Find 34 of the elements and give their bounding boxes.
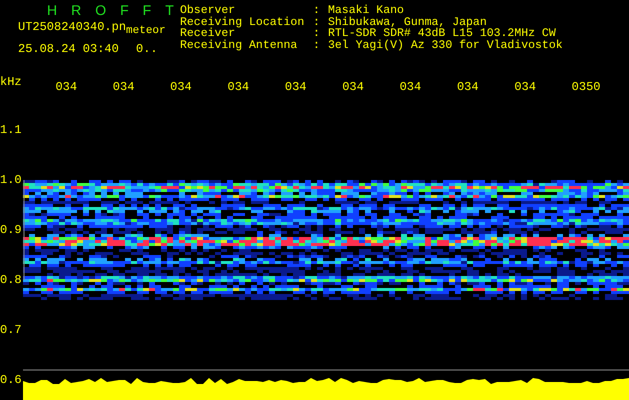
time-label: 034 xyxy=(112,79,136,96)
date-time: 25.08.24 03:40 xyxy=(18,42,120,56)
time-label: 034 xyxy=(400,79,422,96)
count-label: 0.. xyxy=(136,42,158,56)
time-label: 0350 xyxy=(572,79,602,96)
info-label: Observer xyxy=(180,5,236,16)
time-label: 034 xyxy=(228,79,250,96)
frequency-label: 1.0 xyxy=(0,174,22,186)
info-value: 3el Yagi(V) Az 330 for Vladivostok xyxy=(328,40,563,51)
info-label: Receiving Antenna xyxy=(180,40,298,51)
frequency-label: 0.9 xyxy=(0,224,22,236)
tag-label: meteor xyxy=(126,25,166,37)
file-name: UT2508240340.pn xyxy=(18,20,126,34)
unit-label: kHz xyxy=(0,74,23,91)
frequency-label: 1.1 xyxy=(0,124,22,136)
time-label: 034 xyxy=(284,79,308,96)
info-separator: : xyxy=(313,28,321,40)
time-label: 034 xyxy=(456,79,480,96)
info-label: Receiver xyxy=(180,28,236,40)
frequency-label: 0.6 xyxy=(0,374,22,386)
time-label: 034 xyxy=(342,79,365,96)
info-value: Shibukawa, Gunma, Japan xyxy=(328,16,487,28)
app-title: HROFFT xyxy=(46,3,180,17)
time-label: 034 xyxy=(170,79,193,96)
info-label: Receiving Location xyxy=(180,16,306,28)
frequency-label: 0.7 xyxy=(0,324,22,336)
time-label: 034 xyxy=(55,79,78,96)
info-separator: : xyxy=(313,16,321,28)
info-separator: : xyxy=(313,5,321,16)
frequency-label: 0.8 xyxy=(0,274,22,286)
info-value: RTL-SDR SDR# 43dB L15 103.2MHz CW xyxy=(328,28,556,40)
time-label: 034 xyxy=(514,79,537,96)
info-separator: : xyxy=(313,40,321,51)
info-value: Masaki Kano xyxy=(328,5,404,16)
